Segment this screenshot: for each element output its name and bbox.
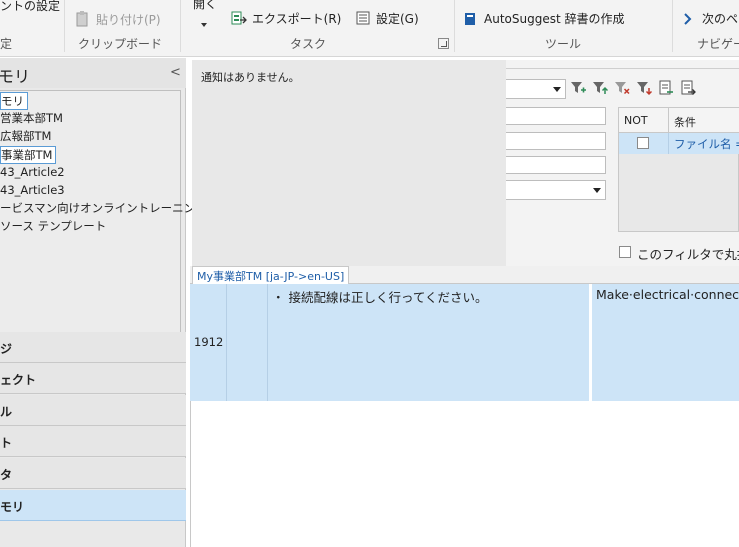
notification-area: 通知はありません。 xyxy=(192,60,506,266)
group-label-tasks: タスク xyxy=(290,37,327,51)
condition-text[interactable]: ファイル名 = xyxy=(674,136,739,152)
source-segment-text[interactable]: ・ 接続配線は正しく行ってください。 xyxy=(272,287,487,306)
filter-down-icon[interactable] xyxy=(636,80,653,96)
tree-item[interactable]: 43_Article2 xyxy=(0,164,65,182)
column-divider xyxy=(267,284,268,401)
chevron-down-icon[interactable] xyxy=(200,17,208,27)
round-filter-checkbox[interactable] xyxy=(619,246,631,258)
column-divider xyxy=(226,284,227,401)
filter-remove-icon[interactable] xyxy=(614,80,630,96)
open-button[interactable]: 開く xyxy=(193,0,217,12)
autosuggest-book-icon xyxy=(464,12,476,26)
filter-export-icon[interactable] xyxy=(680,80,696,96)
segment-number: 1912 xyxy=(194,335,224,349)
settings-button[interactable]: 設定(G) xyxy=(376,10,419,27)
ribbon-divider xyxy=(64,0,65,52)
target-segment-text[interactable]: Make·electrical·connectio xyxy=(596,287,739,302)
dialog-launcher-icon[interactable] xyxy=(438,38,449,49)
ribbon-divider xyxy=(454,0,455,52)
tree-item[interactable]: 43_Article3 xyxy=(0,182,65,200)
notification-text: 通知はありません。 xyxy=(201,71,300,84)
tree-item[interactable]: 広報部TM xyxy=(0,128,51,146)
paste-icon xyxy=(76,11,90,27)
not-checkbox[interactable] xyxy=(637,137,649,149)
filter-field-3[interactable] xyxy=(506,156,606,174)
editor-grid: 1912 ・ 接続配線は正しく行ってください。 Make·electrical·… xyxy=(190,284,739,547)
tree-item-root[interactable]: モリ xyxy=(0,92,28,110)
editor-border xyxy=(190,401,191,547)
editor-tab-strip: My事業部TM [ja-JP->en-US] xyxy=(190,266,739,284)
filter-panel: NOT 条件 ファイル名 = このフィルタで丸扱 xyxy=(506,60,739,266)
nav-button-reports[interactable]: ト xyxy=(0,426,186,457)
ribbon-partial-settings[interactable]: ントの設定 xyxy=(0,0,60,14)
group-label-navigation: ナビゲー xyxy=(697,37,739,51)
nav-button-projects[interactable]: ェクト xyxy=(0,363,186,394)
next-page-button[interactable]: 次のペ xyxy=(702,10,738,27)
editor-tab[interactable]: My事業部TM [ja-JP->en-US] xyxy=(192,266,350,284)
column-header-not[interactable]: NOT xyxy=(624,114,648,127)
column-gap xyxy=(589,284,592,401)
collapse-panel-icon[interactable]: < xyxy=(170,65,181,80)
ribbon-divider xyxy=(672,0,673,52)
group-label-clipboard: クリップボード xyxy=(78,37,163,51)
filter-up-icon[interactable] xyxy=(592,80,609,96)
column-divider xyxy=(668,133,669,154)
tree-item[interactable]: ソース テンプレート xyxy=(0,218,106,236)
filter-save-icon[interactable] xyxy=(658,80,674,96)
chevron-right-icon xyxy=(684,13,692,25)
grid-header: NOT 条件 xyxy=(619,108,739,133)
group-label-settings: 定 xyxy=(0,37,13,51)
divider xyxy=(506,68,739,69)
filter-dropdown[interactable] xyxy=(506,79,566,99)
tree-item[interactable]: 営業本部TM xyxy=(0,110,63,128)
column-divider xyxy=(668,108,669,133)
tree-item-selected[interactable]: 事業部TM xyxy=(0,146,57,164)
round-filter-label[interactable]: このフィルタで丸扱 xyxy=(637,244,739,263)
nav-button-editor[interactable]: タ xyxy=(0,458,186,489)
column-header-condition[interactable]: 条件 xyxy=(674,114,696,130)
nav-button-home[interactable]: ジ xyxy=(0,332,186,363)
export-icon xyxy=(231,10,247,26)
condition-row[interactable]: ファイル名 = xyxy=(619,133,739,154)
filter-field-2[interactable] xyxy=(506,132,606,150)
paste-button[interactable]: 貼り付け(P) xyxy=(96,11,161,28)
export-button[interactable]: エクスポート(R) xyxy=(252,10,341,27)
ribbon-divider xyxy=(180,0,181,52)
nav-button-files[interactable]: ル xyxy=(0,395,186,426)
nav-button-translation-memories[interactable]: モリ xyxy=(0,490,186,521)
left-navigation-panel: モリ < モリ 営業本部TM 広報部TM 事業部TM 43_Article2 4… xyxy=(0,58,207,547)
segment-row[interactable]: 1912 ・ 接続配線は正しく行ってください。 Make·electrical·… xyxy=(190,284,739,401)
chevron-down-icon xyxy=(593,188,601,193)
autosuggest-button[interactable]: AutoSuggest 辞書の作成 xyxy=(484,10,624,27)
tree-item[interactable]: ービスマン向けオンライントレーニング xyxy=(0,200,207,218)
filter-combo[interactable] xyxy=(506,180,606,200)
filter-add-icon[interactable] xyxy=(570,80,586,96)
settings-list-icon xyxy=(356,11,370,25)
group-label-tools: ツール xyxy=(545,37,582,51)
panel-title: モリ xyxy=(0,67,31,86)
filter-field-1[interactable] xyxy=(506,107,606,125)
filter-conditions-grid: NOT 条件 ファイル名 = xyxy=(618,107,739,232)
chevron-down-icon xyxy=(553,87,561,92)
panel-header: モリ < xyxy=(0,58,186,88)
ribbon: ントの設定 定 貼り付け(P) クリップボード 開く エクスポート(R) 設定(… xyxy=(0,0,739,57)
